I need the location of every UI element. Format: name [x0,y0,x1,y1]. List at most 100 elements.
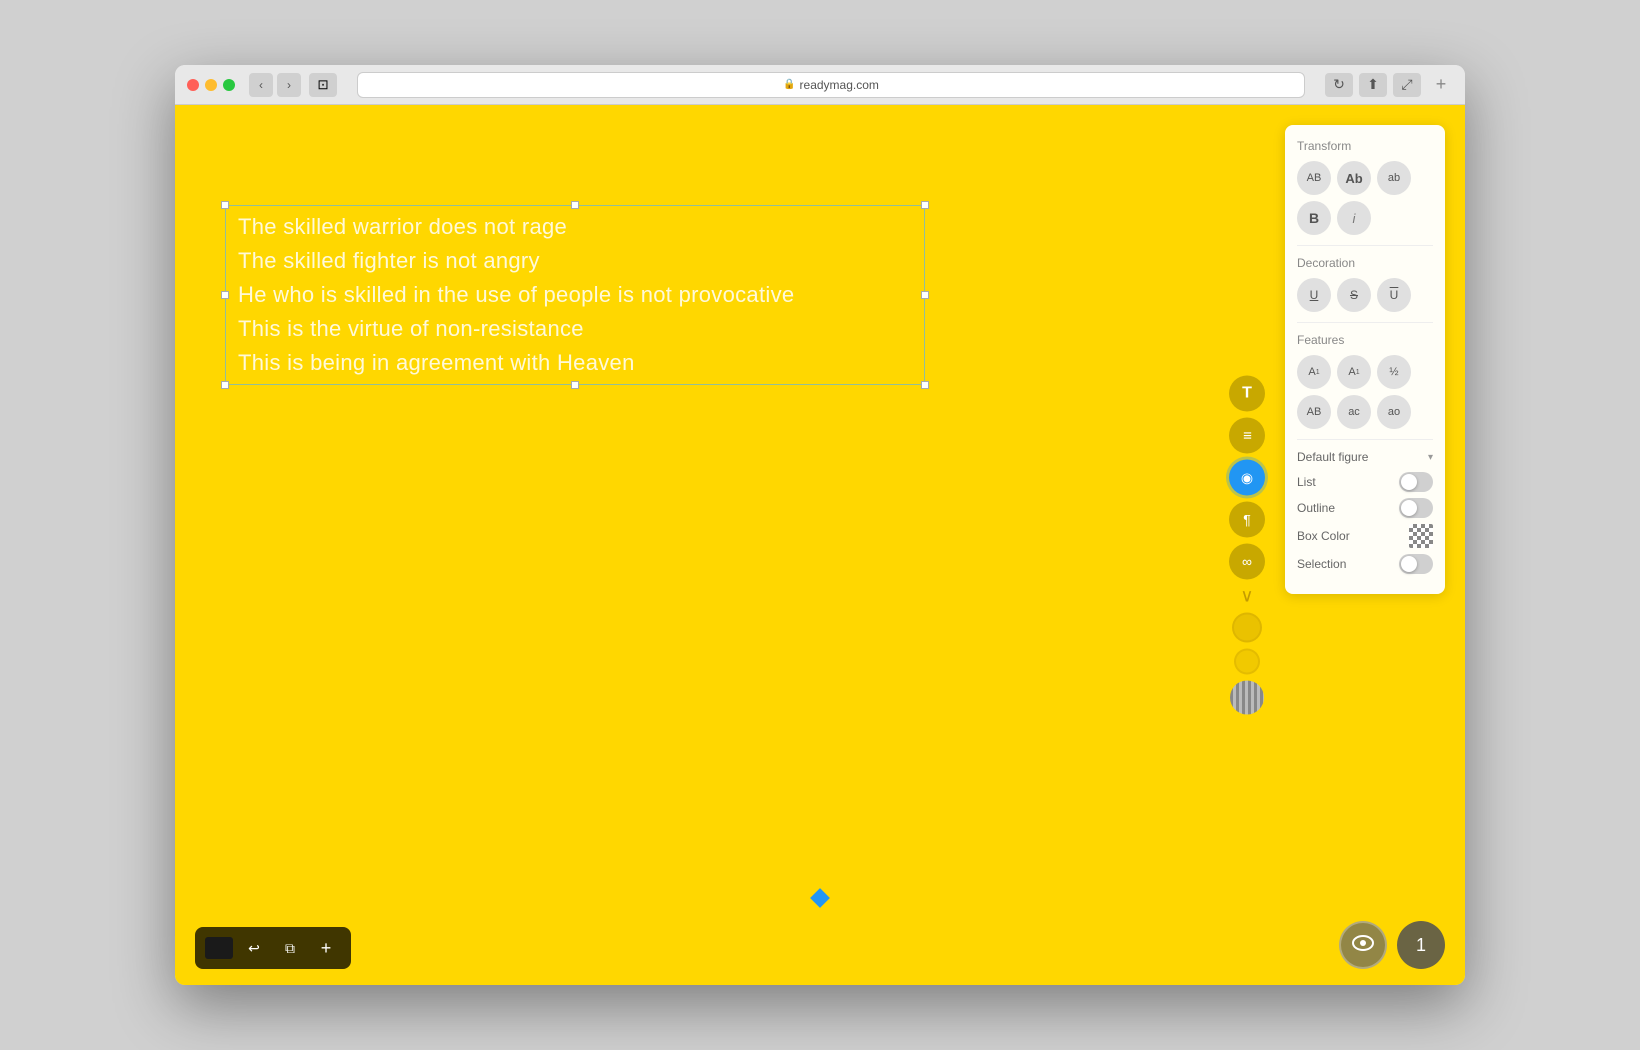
divider-1 [1297,245,1433,246]
text-tool-button[interactable]: T [1229,376,1265,412]
side-toolbar: T ≡ ◉ ¶ ∞ ∨ [1229,376,1265,715]
align-tool-button[interactable]: ≡ [1229,418,1265,454]
oldstyle-button[interactable]: ao [1377,395,1411,429]
text-element[interactable]: The skilled warrior does not rage The sk… [225,205,925,385]
link-icon: ∞ [1242,554,1252,570]
italic-button[interactable]: i [1337,201,1371,235]
page-thumbnail-button[interactable] [205,937,233,959]
text-line-3: He who is skilled in the use of people i… [230,278,920,312]
strikethrough-button[interactable]: S [1337,278,1371,312]
text-line-4: This is the virtue of non-resistance [230,312,920,346]
sidebar-icon: ⊡ [317,77,328,93]
text-line-1: The skilled warrior does not rage [230,210,920,244]
list-toggle[interactable] [1399,472,1433,492]
transform-label: Transform [1297,139,1433,153]
selection-toggle[interactable] [1399,554,1433,574]
return-button[interactable]: ↩ [239,933,269,963]
subscript-button[interactable]: A1 [1337,355,1371,389]
add-element-button[interactable]: + [311,933,341,963]
reload-icon: ↻ [1333,76,1345,93]
link-tool-button[interactable]: ∞ [1229,544,1265,580]
selection-label: Selection [1297,557,1346,571]
features-btns-row2: AB ac ao [1297,395,1433,429]
forward-button[interactable]: › [277,73,301,97]
default-figure-row[interactable]: Default figure ▾ [1297,450,1433,464]
decoration-btns: U S U [1297,278,1433,312]
handle-top-mid[interactable] [571,201,579,209]
address-bar[interactable]: 🔒 readymag.com [357,72,1305,98]
outline-toggle[interactable] [1399,498,1433,518]
bottom-right-toolbar: 1 [1339,921,1445,969]
text-line-2: The skilled fighter is not angry [230,244,920,278]
share-button[interactable]: ⬆ [1359,73,1387,97]
preview-button[interactable] [1339,921,1387,969]
reload-button[interactable]: ↻ [1325,73,1353,97]
chevron-down-icon: ∨ [1240,586,1253,607]
smallcaps-button[interactable]: ac [1337,395,1371,429]
circle-indicator-1 [1232,613,1262,643]
plus-icon: + [321,938,332,959]
page-number-button[interactable]: 1 [1397,921,1445,969]
decoration-label: Decoration [1297,256,1433,270]
handle-mid-right[interactable] [921,291,929,299]
new-tab-button[interactable]: + [1429,73,1453,97]
sidebar-toggle-button[interactable]: ⊡ [309,73,337,97]
share-icon: ⬆ [1367,76,1379,93]
lowercase-button[interactable]: ab [1377,161,1411,195]
fraction-button[interactable]: ½ [1377,355,1411,389]
features-label: Features [1297,333,1433,347]
handle-bottom-mid[interactable] [571,381,579,389]
paragraph-tool-button[interactable]: ¶ [1229,502,1265,538]
handle-top-left[interactable] [221,201,229,209]
back-button[interactable]: ‹ [249,73,273,97]
outline-label: Outline [1297,501,1335,515]
fullscreen-button[interactable]: ⤢ [1393,73,1421,97]
text-icon: T [1242,385,1252,403]
canvas-area[interactable]: The skilled warrior does not rage The sk… [175,105,1465,985]
uppercase-button[interactable]: AB [1297,161,1331,195]
divider-3 [1297,439,1433,440]
eye-icon [1352,934,1374,957]
handle-top-right[interactable] [921,201,929,209]
striped-tool-button[interactable] [1230,681,1264,715]
close-button[interactable] [187,79,199,91]
box-color-label: Box Color [1297,529,1350,543]
list-toggle-row: List [1297,472,1433,492]
outline-toggle-row: Outline [1297,498,1433,518]
handle-bottom-left[interactable] [221,381,229,389]
circle-indicator-2 [1234,649,1260,675]
right-panel: Transform AB Ab ab B i Decoration U S U … [1285,125,1445,594]
bullet-icon: ◉ [1241,469,1253,486]
handle-mid-left[interactable] [221,291,229,299]
box-color-row: Box Color [1297,524,1433,548]
chevron-down-icon: ▾ [1428,452,1433,463]
title-bar: ‹ › ⊡ 🔒 readymag.com ↻ ⬆ ⤢ + [175,65,1465,105]
text-box[interactable]: The skilled warrior does not rage The sk… [225,205,925,385]
default-figure-label: Default figure [1297,450,1368,464]
bold-button[interactable]: B [1297,201,1331,235]
maximize-button[interactable] [223,79,235,91]
minimize-button[interactable] [205,79,217,91]
allcaps-button[interactable]: AB [1297,395,1331,429]
underline-button[interactable]: U [1297,278,1331,312]
text-line-5: This is being in agreement with Heaven [230,346,920,380]
bottom-toolbar: ↩ ⧉ + [195,927,351,969]
align-icon: ≡ [1243,427,1251,444]
superscript-button[interactable]: A1 [1297,355,1331,389]
features-btns-row1: A1 A1 ½ [1297,355,1433,389]
box-color-picker[interactable] [1409,524,1433,548]
paragraph-icon: ¶ [1243,512,1251,528]
layers-icon: ⧉ [285,940,295,957]
transform-btns-row1: AB Ab ab [1297,161,1433,195]
handle-bottom-right[interactable] [921,381,929,389]
titlecase-button[interactable]: Ab [1337,161,1371,195]
nav-buttons: ‹ › [249,73,301,97]
selection-toggle-row: Selection [1297,554,1433,574]
toolbar-actions: ↻ ⬆ ⤢ [1325,73,1421,97]
overline-button[interactable]: U [1377,278,1411,312]
bullet-tool-button[interactable]: ◉ [1229,460,1265,496]
transform-btns-row2: B i [1297,201,1433,235]
lock-icon: 🔒 [783,79,795,90]
url-text: readymag.com [800,78,879,92]
layers-button[interactable]: ⧉ [275,933,305,963]
